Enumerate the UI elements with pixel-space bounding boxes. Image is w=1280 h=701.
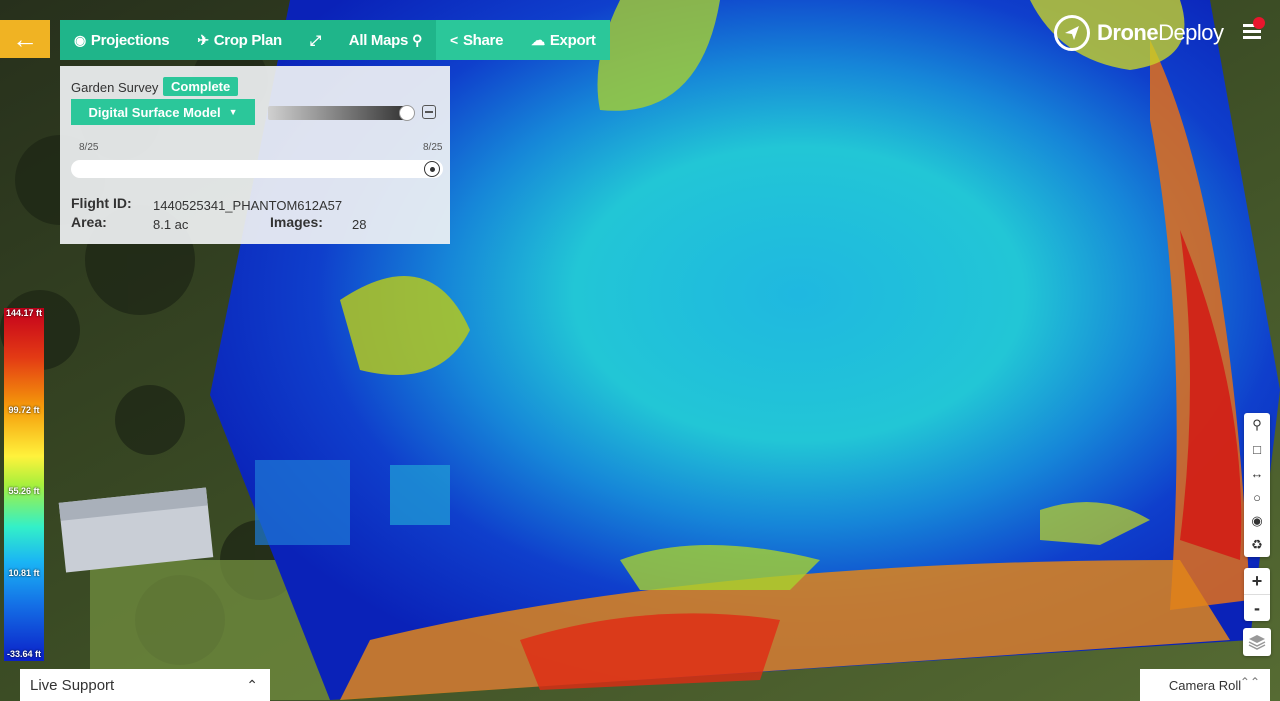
zoom-controls: + - — [1244, 568, 1270, 621]
projections-button[interactable]: ◉ Projections — [60, 20, 183, 60]
projections-label: Projections — [90, 31, 170, 49]
all-maps-button[interactable]: All Maps ⚲ — [335, 20, 436, 60]
layer-label: Digital Surface Model — [88, 104, 221, 120]
minus-icon — [425, 111, 433, 113]
dronedeploy-logo: DroneDeploy — [1054, 15, 1224, 51]
layers-button[interactable] — [1243, 628, 1271, 656]
date-start: 8/25 — [79, 142, 99, 153]
layers-icon — [1248, 635, 1266, 650]
share-label: Share — [462, 31, 504, 49]
opacity-slider-handle[interactable] — [399, 105, 415, 121]
expand-icon: ⤢ — [309, 31, 321, 48]
trash-icon[interactable]: ♻ — [1244, 533, 1270, 557]
camera-roll-label: Camera Roll — [1168, 677, 1242, 693]
area-value: 8.1 ac — [153, 217, 189, 232]
share-icon: < — [450, 32, 458, 48]
legend-value-2: 55.26 ft — [8, 486, 40, 496]
measure-icon[interactable]: ↔ — [1244, 461, 1270, 485]
chevron-up-icon: ⌃ — [246, 676, 258, 693]
flight-id-value: 1440525341_PHANTOM612A57 — [153, 198, 343, 213]
top-toolbar: ◉ Projections ✈ Crop Plan ⤢ All Maps ⚲ <… — [60, 20, 610, 60]
share-button[interactable]: < Share — [436, 20, 518, 60]
brand-bold: Drone — [1097, 20, 1159, 45]
legend-max: 144.17 ft — [5, 308, 43, 318]
plane-icon: ✈ — [197, 31, 209, 48]
fullscreen-button[interactable]: ⤢ — [296, 20, 335, 60]
zoom-in-button[interactable]: + — [1244, 568, 1270, 595]
brand-regular: Deploy — [1158, 20, 1224, 45]
live-support-label: Live Support — [30, 676, 115, 694]
collapse-panel-button[interactable] — [422, 105, 436, 119]
legend-value-3: 10.81 ft — [8, 568, 40, 578]
double-chevron-up-icon: ⌃⌃ — [1239, 675, 1260, 689]
export-button[interactable]: ☁ Export — [517, 20, 610, 60]
map-pin-icon[interactable]: ⚲ — [1244, 413, 1270, 437]
images-label: Images: — [270, 214, 323, 230]
map-info-panel: Garden Survey Complete Digital Surface M… — [60, 66, 450, 244]
all-maps-label: All Maps — [348, 31, 409, 49]
cloud-download-icon: ☁ — [531, 31, 545, 48]
camera-roll-button[interactable]: Camera Roll ⌃⌃ — [1140, 669, 1270, 701]
live-support-bar[interactable]: Live Support ⌃ — [20, 669, 270, 701]
circle-icon[interactable]: ○ — [1244, 485, 1270, 509]
survey-name: Garden Survey — [71, 80, 159, 95]
opacity-slider[interactable] — [268, 106, 408, 120]
camera-icon: ◉ — [74, 31, 86, 48]
status-badge: Complete — [163, 77, 239, 96]
logo-icon — [1054, 15, 1090, 51]
date-slider[interactable] — [71, 160, 443, 178]
caret-down-icon: ▼ — [228, 107, 238, 117]
map-tools: ⚲ □ ↔ ○ ◉ ♻ — [1244, 413, 1270, 557]
eye-icon[interactable]: ◉ — [1244, 509, 1270, 533]
arrow-left-icon: ← — [12, 23, 38, 54]
export-label: Export — [549, 31, 596, 49]
map-pin-icon: ⚲ — [412, 31, 423, 48]
notification-dot — [1253, 17, 1265, 29]
images-value: 28 — [352, 217, 367, 232]
zoom-out-button[interactable]: - — [1244, 595, 1270, 621]
elevation-legend — [4, 308, 44, 661]
back-button[interactable]: ← — [0, 20, 50, 58]
date-end: 8/25 — [423, 142, 443, 153]
crop-plan-label: Crop Plan — [213, 31, 282, 49]
area-label: Area: — [71, 214, 107, 230]
crop-plan-button[interactable]: ✈ Crop Plan — [183, 20, 296, 60]
legend-value-1: 99.72 ft — [8, 405, 40, 415]
legend-min: -33.64 ft — [6, 649, 41, 659]
square-icon[interactable]: □ — [1244, 437, 1270, 461]
date-slider-handle[interactable] — [424, 161, 440, 177]
layer-dropdown[interactable]: Digital Surface Model ▼ — [71, 99, 255, 125]
flight-id-label: Flight ID: — [71, 195, 132, 211]
